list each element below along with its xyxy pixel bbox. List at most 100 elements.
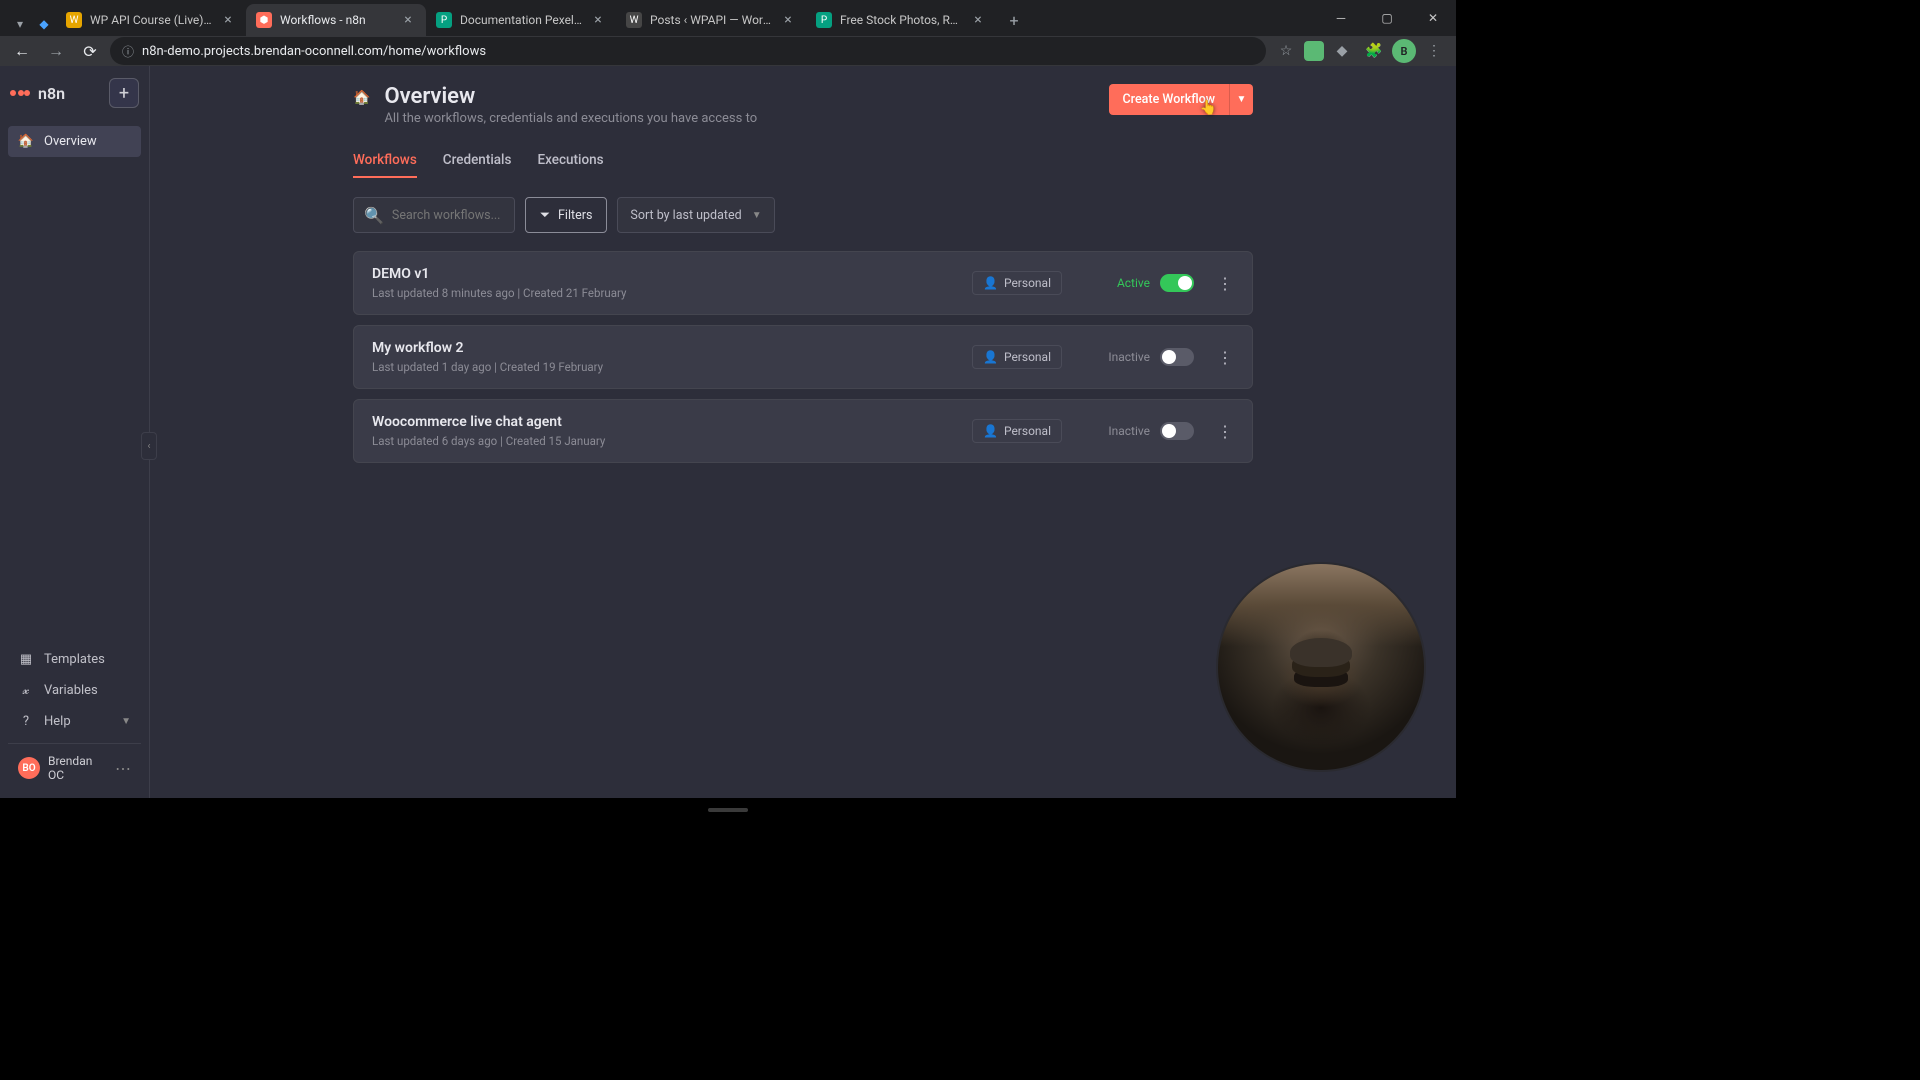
tab-close-icon[interactable]: × [780, 12, 796, 28]
tab-close-icon[interactable]: × [590, 12, 606, 28]
forward-button[interactable]: → [42, 37, 70, 65]
tab-credentials[interactable]: Credentials [443, 144, 512, 178]
back-button[interactable]: ← [8, 37, 36, 65]
browser-tab[interactable]: W WP API Course (Live): n8n DEM × [56, 4, 246, 36]
close-window-button[interactable]: ✕ [1410, 2, 1456, 34]
brand[interactable]: n8n [10, 84, 65, 103]
chevron-down-icon: ▼ [121, 716, 131, 727]
sidebar-item-label: Variables [44, 683, 98, 698]
page-subtitle: All the workflows, credentials and execu… [384, 111, 1094, 126]
tab-workflows[interactable]: Workflows [353, 144, 417, 178]
brand-text: n8n [38, 84, 65, 103]
url-field[interactable]: ⓘ n8n-demo.projects.brendan-oconnell.com… [110, 37, 1266, 65]
tab-close-icon[interactable]: × [220, 12, 236, 28]
tab-close-icon[interactable]: × [400, 12, 416, 28]
workflow-name: DEMO v1 [372, 266, 972, 282]
templates-icon: ▦ [18, 652, 34, 667]
create-workflow-button[interactable]: Create Workflow [1109, 84, 1229, 115]
user-icon: 👤 [983, 276, 998, 290]
tab-executions[interactable]: Executions [537, 144, 603, 178]
workflow-meta: Last updated 6 days ago | Created 15 Jan… [372, 434, 972, 448]
search-icon: 🔍 [364, 206, 384, 225]
workflow-meta: Last updated 1 day ago | Created 19 Febr… [372, 360, 972, 374]
user-row[interactable]: BOBrendan OC⋯ [8, 743, 141, 792]
user-menu-icon[interactable]: ⋯ [115, 759, 131, 778]
profile-avatar[interactable]: B [1392, 39, 1416, 63]
sidebar-item-variables[interactable]: 𝔁 Variables [8, 675, 141, 706]
sort-button[interactable]: Sort by last updated ▼ [617, 197, 774, 233]
add-button[interactable]: + [109, 78, 139, 108]
card-menu-icon[interactable]: ⋮ [1216, 274, 1234, 293]
help-icon: ? [18, 714, 34, 729]
owner-chip[interactable]: 👤Personal [972, 345, 1062, 369]
owner-chip[interactable]: 👤Personal [972, 419, 1062, 443]
maximize-button[interactable]: ▢ [1364, 2, 1410, 34]
status-label: Inactive [1108, 350, 1150, 364]
owner-label: Personal [1004, 276, 1051, 290]
owner-label: Personal [1004, 424, 1051, 438]
active-toggle[interactable] [1160, 348, 1194, 366]
sidebar-item-label: Help [44, 714, 71, 729]
sidebar-collapse-handle[interactable]: ‹ [141, 432, 157, 460]
sidebar-item-label: Overview [44, 134, 97, 149]
brand-logo-icon [10, 90, 30, 96]
workflow-card[interactable]: DEMO v1 Last updated 8 minutes ago | Cre… [353, 251, 1253, 315]
search-field[interactable] [392, 208, 504, 223]
content-tabs: Workflows Credentials Executions [353, 140, 1253, 179]
workflow-meta: Last updated 8 minutes ago | Created 21 … [372, 286, 972, 300]
sidebar-item-label: Templates [44, 652, 105, 667]
user-name: Brendan OC [48, 754, 107, 782]
sidebar-item-help[interactable]: ? Help ▼ [8, 706, 141, 737]
tab-bar: ▾ ◆ WWP API Course (Live): n8n DEM×⬢Work… [0, 0, 1456, 36]
home-icon[interactable]: 🏠 [353, 90, 370, 106]
tab-close-icon[interactable]: × [970, 12, 986, 28]
minimize-button[interactable]: ─ [1318, 2, 1364, 34]
extension-icon-2[interactable]: ◆ [1328, 37, 1356, 65]
tab-favicon-icon: W [626, 12, 642, 28]
card-menu-icon[interactable]: ⋮ [1216, 348, 1234, 367]
browser-tab[interactable]: ⬢Workflows - n8n× [246, 4, 426, 36]
active-toggle[interactable] [1160, 422, 1194, 440]
card-menu-icon[interactable]: ⋮ [1216, 422, 1234, 441]
tab-favicon-icon: ⬢ [256, 12, 272, 28]
page-title: Overview [384, 84, 1094, 109]
sidebar-item-overview[interactable]: 🏠 Overview [8, 126, 141, 157]
dropdown-icon[interactable]: ▾ [12, 16, 28, 32]
active-toggle[interactable] [1160, 274, 1194, 292]
site-info-icon[interactable]: ⓘ [122, 43, 134, 60]
tab-favicon-icon: W [66, 12, 82, 28]
sidebar-item-templates[interactable]: ▦ Templates [8, 644, 141, 675]
taskbar [0, 798, 1456, 816]
tab-favicon-icon: P [436, 12, 452, 28]
extensions-puzzle-icon[interactable]: 🧩 [1360, 37, 1388, 65]
search-input[interactable]: 🔍 [353, 197, 515, 233]
owner-chip[interactable]: 👤 Personal [972, 271, 1062, 295]
address-bar: ← → ⟳ ⓘ n8n-demo.projects.brendan-oconne… [0, 36, 1456, 66]
chevron-down-icon: ▼ [752, 210, 762, 221]
browser-tab[interactable]: PDocumentation Pexels API× [426, 4, 616, 36]
webcam-overlay [1216, 562, 1426, 772]
workflow-card[interactable]: My workflow 2 Last updated 1 day ago | C… [353, 325, 1253, 389]
status-label: Inactive [1108, 424, 1150, 438]
home-icon: 🏠 [18, 134, 34, 149]
browser-tab[interactable]: PFree Stock Photos, Royalty Free× [806, 4, 996, 36]
bookmark-icon[interactable]: ☆ [1272, 37, 1300, 65]
workflow-card[interactable]: Woocommerce live chat agent Last updated… [353, 399, 1253, 463]
filters-button[interactable]: ⏷ Filters [525, 197, 607, 233]
status-label: Active [1117, 276, 1150, 290]
browser-menu-icon[interactable]: ⋮ [1420, 37, 1448, 65]
browser-tab[interactable]: WPosts ‹ WPAPI — WordPress× [616, 4, 806, 36]
owner-label: Personal [1004, 350, 1051, 364]
filter-icon: ⏷ [540, 208, 550, 223]
tab-title: WP API Course (Live): n8n DEM [90, 13, 212, 27]
create-workflow-dropdown[interactable]: ▼ [1229, 84, 1253, 115]
new-tab-button[interactable]: + [1000, 6, 1028, 34]
browser-chrome: ▾ ◆ WWP API Course (Live): n8n DEM×⬢Work… [0, 0, 1456, 66]
diamond-icon[interactable]: ◆ [36, 16, 52, 32]
workflow-name: My workflow 2 [372, 340, 972, 356]
extension-icon[interactable] [1304, 41, 1324, 61]
window-controls: ─ ▢ ✕ [1318, 0, 1456, 36]
variables-icon: 𝔁 [18, 683, 34, 698]
url-text: n8n-demo.projects.brendan-oconnell.com/h… [142, 44, 486, 59]
reload-button[interactable]: ⟳ [76, 37, 104, 65]
